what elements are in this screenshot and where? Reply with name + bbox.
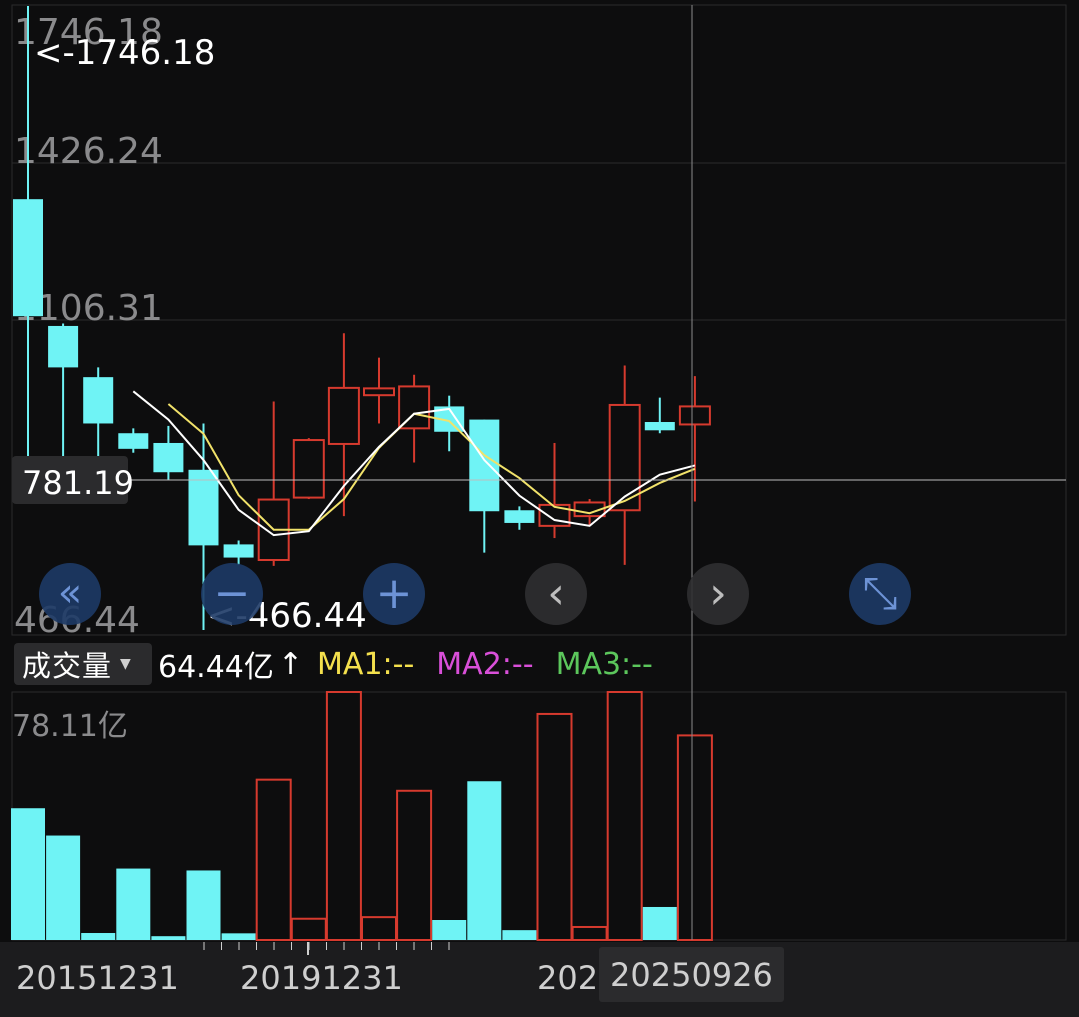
fullscreen-icon: ⤡ bbox=[862, 568, 897, 619]
volume-max-label: 78.11亿 bbox=[12, 709, 128, 744]
candle-body-down bbox=[48, 325, 79, 368]
candle-body-up bbox=[608, 403, 641, 512]
cursor-value: 781.19 bbox=[22, 464, 134, 502]
volume-current-value: 64.44亿 bbox=[158, 650, 274, 685]
price-label-2: 1426.24 bbox=[14, 131, 163, 172]
candle-body-down bbox=[469, 419, 500, 512]
candle-body-down bbox=[83, 377, 114, 424]
volume-indicator-label: 成交量 bbox=[22, 649, 113, 683]
candle-body-up bbox=[363, 387, 395, 397]
candle-body-down bbox=[153, 442, 184, 473]
volume-bar-up bbox=[676, 734, 713, 942]
prev-button[interactable]: ‹ bbox=[525, 563, 587, 625]
volume-bar-down bbox=[221, 933, 256, 940]
cursor-date: 20250926 bbox=[610, 956, 773, 994]
candle-body-down bbox=[223, 544, 254, 558]
volume-bar-down bbox=[432, 919, 467, 940]
volume-bar-up bbox=[536, 712, 573, 942]
candle-body-up bbox=[327, 386, 360, 445]
volume-bar-down bbox=[502, 930, 537, 940]
ma2-label: MA2:-- bbox=[436, 646, 534, 682]
candle-body-down bbox=[118, 433, 149, 449]
max-marker: <-1746.18 bbox=[34, 33, 215, 73]
zoom-out-button[interactable]: − bbox=[201, 563, 263, 625]
volume-bar-down bbox=[467, 781, 502, 940]
volume-bar-down bbox=[151, 936, 186, 940]
candle-body-up bbox=[292, 439, 325, 499]
rewind-icon: « bbox=[58, 570, 82, 616]
ma3-label: MA3:-- bbox=[555, 646, 653, 682]
volume-bar-down bbox=[116, 868, 151, 940]
volume-arrow-icon: ↑ bbox=[277, 646, 304, 682]
next-button[interactable]: › bbox=[687, 563, 749, 625]
chart-nav-buttons: « − + ‹ › ⤡ bbox=[39, 563, 911, 625]
volume-bar-up bbox=[396, 789, 433, 941]
volume-bar-up bbox=[571, 925, 608, 942]
fullscreen-button[interactable]: ⤡ bbox=[849, 563, 911, 625]
candle-body-down bbox=[13, 199, 43, 317]
ma1-label: MA1:-- bbox=[317, 646, 415, 682]
kline-chart[interactable]: 1746.18 1426.24 1106.31 466.44 <-1746.18… bbox=[0, 0, 1079, 1017]
volume-bar-up bbox=[325, 691, 362, 941]
zoom-out-icon: − bbox=[214, 568, 251, 619]
volume-bar-down bbox=[46, 835, 81, 940]
volume-bar-down bbox=[186, 870, 221, 940]
candle-body-down bbox=[188, 469, 219, 546]
price-grid bbox=[11, 4, 1067, 636]
zoom-in-button[interactable]: + bbox=[363, 563, 425, 625]
volume-bar-down bbox=[642, 906, 677, 940]
x-label-2015: 20151231 bbox=[16, 959, 179, 997]
price-axis: 1746.18 1426.24 1106.31 466.44 bbox=[14, 12, 163, 641]
volume-bar-up bbox=[290, 917, 327, 941]
volume-indicator-dropdown[interactable]: 成交量 ▼ bbox=[14, 643, 152, 685]
candle-body-down bbox=[644, 422, 675, 431]
next-icon: › bbox=[709, 568, 727, 619]
volume-bar-up bbox=[606, 691, 643, 941]
volume-bar-down bbox=[81, 933, 116, 940]
volume-bar-up bbox=[361, 916, 397, 942]
candle-body-up bbox=[398, 385, 431, 430]
chevron-down-icon: ▼ bbox=[120, 656, 131, 672]
candle-body-down bbox=[504, 510, 535, 523]
volume-bar-up bbox=[255, 778, 292, 941]
prev-icon: ‹ bbox=[547, 568, 565, 619]
candle-body-up bbox=[678, 405, 711, 426]
x-label-2019: 20191231 bbox=[240, 959, 403, 997]
rewind-button[interactable]: « bbox=[39, 563, 101, 625]
volume-info-bar: 64.44亿 ↑ MA1:-- MA2:-- MA3:-- bbox=[158, 643, 657, 686]
zoom-in-icon: + bbox=[376, 568, 413, 619]
volume-bar-down bbox=[11, 808, 45, 940]
